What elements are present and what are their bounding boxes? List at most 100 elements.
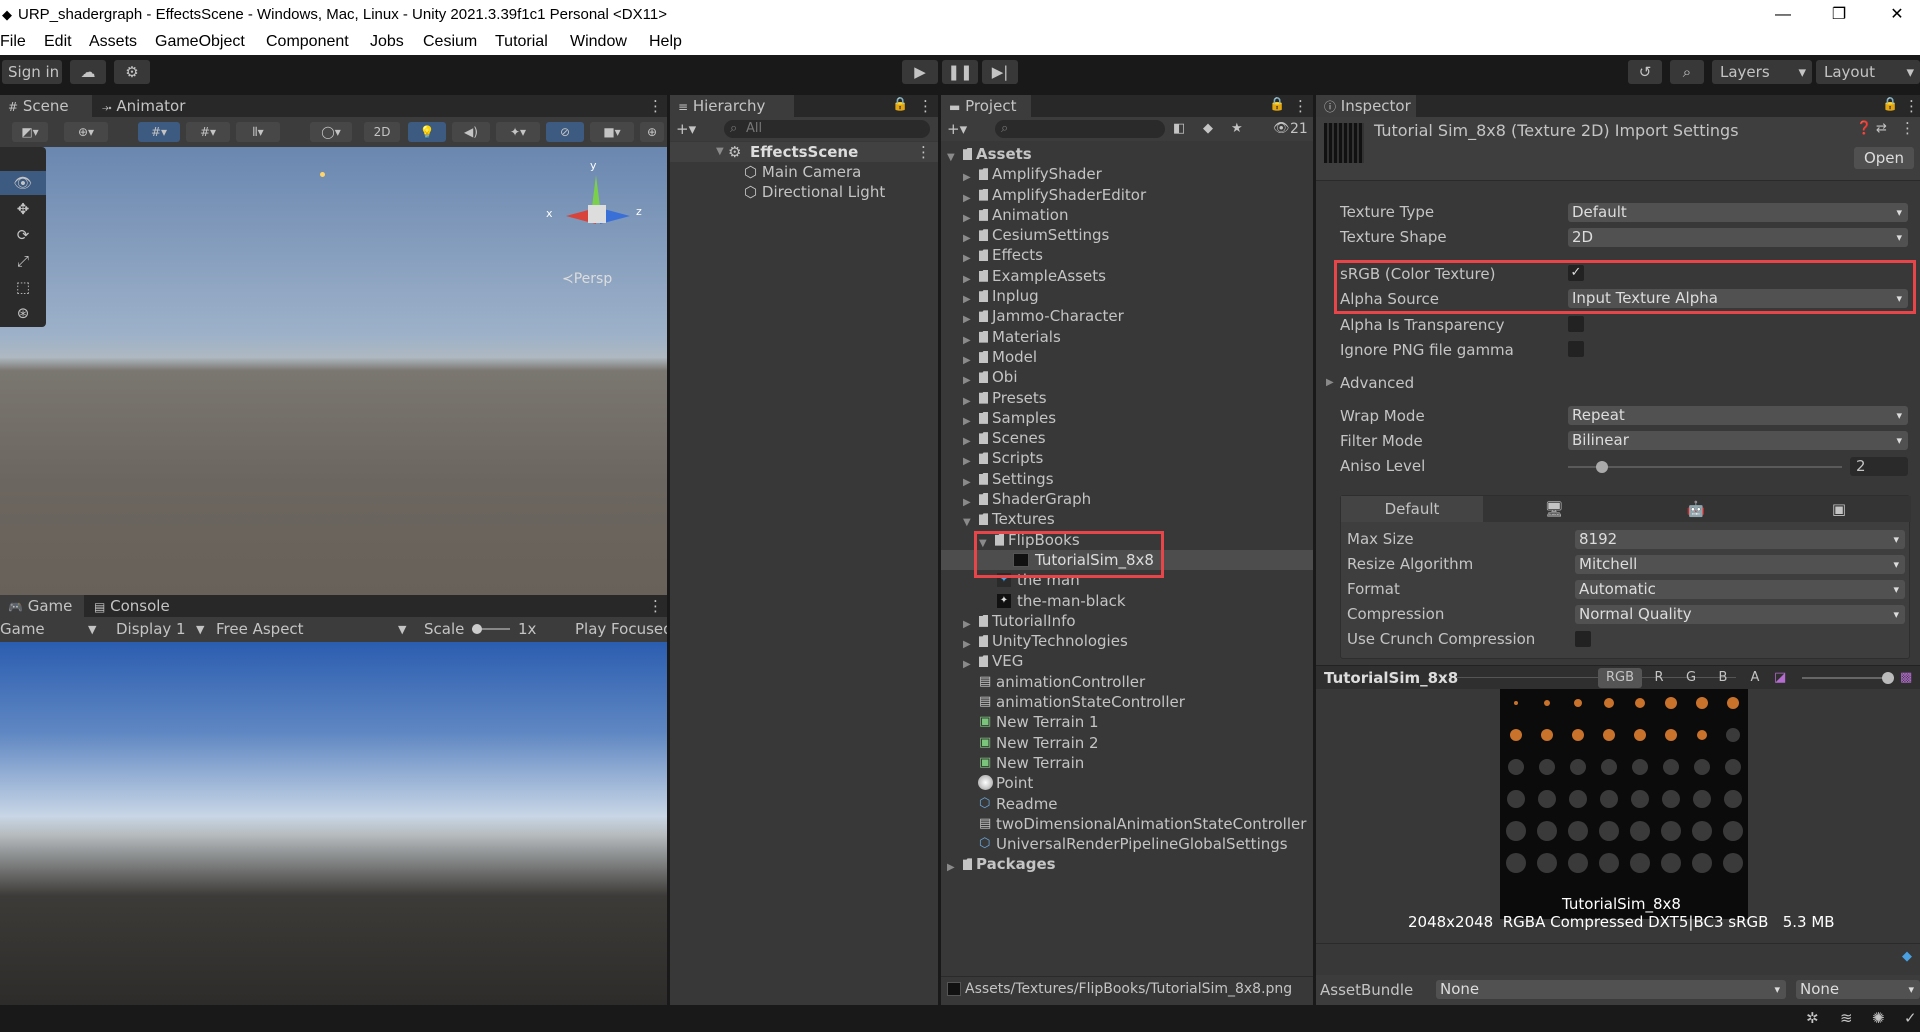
folder-row[interactable]: ▶ ExampleAssets	[941, 266, 1313, 286]
aniso-slider-track[interactable]	[1568, 461, 1842, 473]
cloud-icon[interactable]: ☁	[70, 60, 106, 84]
open-button[interactable]: Open	[1854, 147, 1914, 169]
layers-dropdown[interactable]: Layers ▾	[1712, 60, 1812, 84]
folder-row-packages[interactable]: ▶ Packages	[941, 854, 1313, 874]
mip-slider-track[interactable]	[1802, 677, 1892, 679]
advanced-foldout[interactable]: Advanced	[1340, 374, 1414, 392]
asset-row[interactable]: ▣ New Terrain	[941, 753, 1313, 773]
sign-in-button[interactable]: Sign in	[2, 60, 62, 84]
services-gear-icon[interactable]: ⚙	[114, 60, 150, 84]
lock-icon[interactable]: 🔒	[1269, 97, 1285, 112]
folder-row[interactable]: ▶ Obi	[941, 367, 1313, 387]
aspect-dropdown[interactable]: Free Aspect ▼	[216, 617, 411, 642]
menu-help[interactable]: Help	[649, 29, 682, 55]
tab-inspector[interactable]: ⓘ Inspector	[1316, 95, 1416, 117]
grid-icon[interactable]: #▾	[186, 122, 230, 142]
hierarchy-search-input[interactable]: ⌕ All	[724, 120, 930, 138]
game-mode-dropdown[interactable]: Game ▼	[0, 617, 100, 642]
asset-row[interactable]: ▤ animationController	[941, 672, 1313, 692]
ignore-png-gamma-checkbox[interactable]	[1568, 341, 1584, 357]
maximize-button[interactable]: ❐	[1816, 0, 1862, 29]
scene-row[interactable]: ▼ ⚙ EffectsScene ⋮	[670, 142, 938, 162]
channel-r-button[interactable]: R	[1646, 668, 1672, 688]
compression-dropdown[interactable]: Normal Quality	[1575, 605, 1905, 624]
lighting-icon[interactable]: 💡	[408, 122, 446, 142]
channel-rgb-button[interactable]: RGB	[1598, 668, 1642, 688]
view-tool-eye-icon[interactable]: 👁	[0, 171, 46, 195]
list-item[interactable]: ⬡ Main Camera	[744, 162, 861, 182]
debug-icon[interactable]: ✲	[1806, 1009, 1819, 1027]
search-icon[interactable]: ⌕	[1670, 60, 1704, 84]
folder-row[interactable]: ▶ CesiumSettings	[941, 225, 1313, 245]
2d-toggle[interactable]: 2D	[364, 122, 400, 142]
lock-icon[interactable]: 🔒	[892, 97, 908, 112]
help-icon[interactable]: ❓	[1856, 121, 1872, 136]
display-dropdown[interactable]: Display 1 ▼	[116, 617, 208, 642]
transform-tool-icon[interactable]: ⊛	[0, 301, 46, 325]
tab-console[interactable]: ▤ Console	[86, 595, 186, 617]
search-by-label-icon[interactable]: ◆	[1203, 117, 1213, 141]
texture-type-dropdown[interactable]: Default	[1568, 203, 1908, 222]
close-button[interactable]: ✕	[1874, 0, 1920, 29]
rect-tool-icon[interactable]: ⬚	[0, 275, 46, 299]
center-cube[interactable]	[588, 205, 606, 223]
channel-g-button[interactable]: G	[1678, 668, 1704, 688]
rotate-tool-icon[interactable]: ⟳	[0, 223, 46, 247]
kebab-menu-icon[interactable]: ⋮	[640, 95, 663, 117]
kebab-menu-icon[interactable]: ⋮	[918, 95, 933, 117]
folder-row[interactable]: ▶ Samples	[941, 408, 1313, 428]
platform-tab-webgl-icon[interactable]: ▣	[1767, 496, 1911, 522]
menu-tutorial[interactable]: Tutorial	[495, 29, 548, 55]
folder-row-assets[interactable]: ▼ Assets	[941, 144, 1313, 164]
folder-row[interactable]: ▶ Scripts	[941, 448, 1313, 468]
menu-edit[interactable]: Edit	[44, 29, 72, 55]
game-viewport[interactable]	[0, 642, 667, 1005]
menu-jobs[interactable]: Jobs	[370, 29, 404, 55]
tab-animator[interactable]: ⤞ Animator	[94, 95, 194, 117]
auto-generate-lighting-icon[interactable]: ✺	[1872, 1009, 1885, 1027]
asset-row[interactable]: ⬡ UniversalRenderPipelineGlobalSettings	[941, 834, 1313, 854]
history-icon[interactable]: ↺	[1628, 60, 1662, 84]
menu-file[interactable]: File	[0, 29, 26, 55]
asset-row[interactable]: ▤ animationStateController	[941, 692, 1313, 712]
pause-button[interactable]: ❚❚	[942, 60, 978, 84]
scale-tool-icon[interactable]: ⤢	[0, 249, 46, 273]
layers-stack-icon[interactable]: ≋	[1840, 1009, 1853, 1027]
menu-gameobject[interactable]: GameObject	[155, 29, 245, 55]
mip-slider-thumb[interactable]	[1882, 672, 1894, 684]
folder-row[interactable]: ▶ Materials	[941, 327, 1313, 347]
platform-tab-android-icon[interactable]: 🤖	[1625, 496, 1767, 522]
platform-tab-standalone-monitor-icon[interactable]: 🖥	[1483, 496, 1625, 522]
asset-row[interactable]: ▣ New Terrain 2	[941, 733, 1313, 753]
add-asset-button[interactable]: +▾	[947, 117, 967, 141]
add-object-button[interactable]: +▾	[676, 117, 696, 141]
format-dropdown[interactable]: Automatic	[1575, 580, 1905, 599]
folder-row[interactable]: ▶ AmplifyShader	[941, 164, 1313, 184]
wrap-mode-dropdown[interactable]: Repeat	[1568, 406, 1908, 425]
list-item[interactable]: ⬡ Directional Light	[744, 182, 885, 202]
scale-slider-thumb[interactable]	[472, 624, 482, 634]
filter-mode-dropdown[interactable]: Bilinear	[1568, 431, 1908, 450]
folder-row[interactable]: ▶ UnityTechnologies	[941, 631, 1313, 651]
gizmos-icon[interactable]: ⊕	[640, 122, 664, 142]
y-axis-cone[interactable]	[592, 175, 600, 207]
draw-mode-icon[interactable]: ◩▾	[12, 122, 48, 142]
lock-icon[interactable]: 🔒	[1882, 97, 1898, 112]
checker-icon[interactable]: ▩	[1900, 666, 1912, 690]
folder-row[interactable]: ▶ Inplug	[941, 286, 1313, 306]
menu-window[interactable]: Window	[570, 29, 627, 55]
audio-icon[interactable]: ◀)	[452, 122, 490, 142]
folder-row[interactable]: ▶ Animation	[941, 205, 1313, 225]
expand-arrow-icon[interactable]: ▼	[716, 146, 724, 157]
hidden-packages-icon[interactable]: 👁	[1273, 117, 1290, 141]
play-focused-dropdown[interactable]: Play Focused	[575, 617, 667, 642]
hidden-objects-icon[interactable]: ⊘	[546, 122, 584, 142]
tab-game[interactable]: 🎮 Game	[0, 595, 84, 617]
layout-dropdown[interactable]: Layout ▾	[1816, 60, 1920, 84]
folder-row[interactable]: ▶ Settings	[941, 469, 1313, 489]
folder-row[interactable]: ▶ ShaderGraph	[941, 489, 1313, 509]
crunch-compression-checkbox[interactable]	[1575, 631, 1591, 647]
folder-row[interactable]: ▶ AmplifyShaderEditor	[941, 185, 1313, 205]
minimize-button[interactable]: —	[1760, 0, 1806, 29]
tab-hierarchy[interactable]: ≡ Hierarchy	[670, 95, 794, 117]
